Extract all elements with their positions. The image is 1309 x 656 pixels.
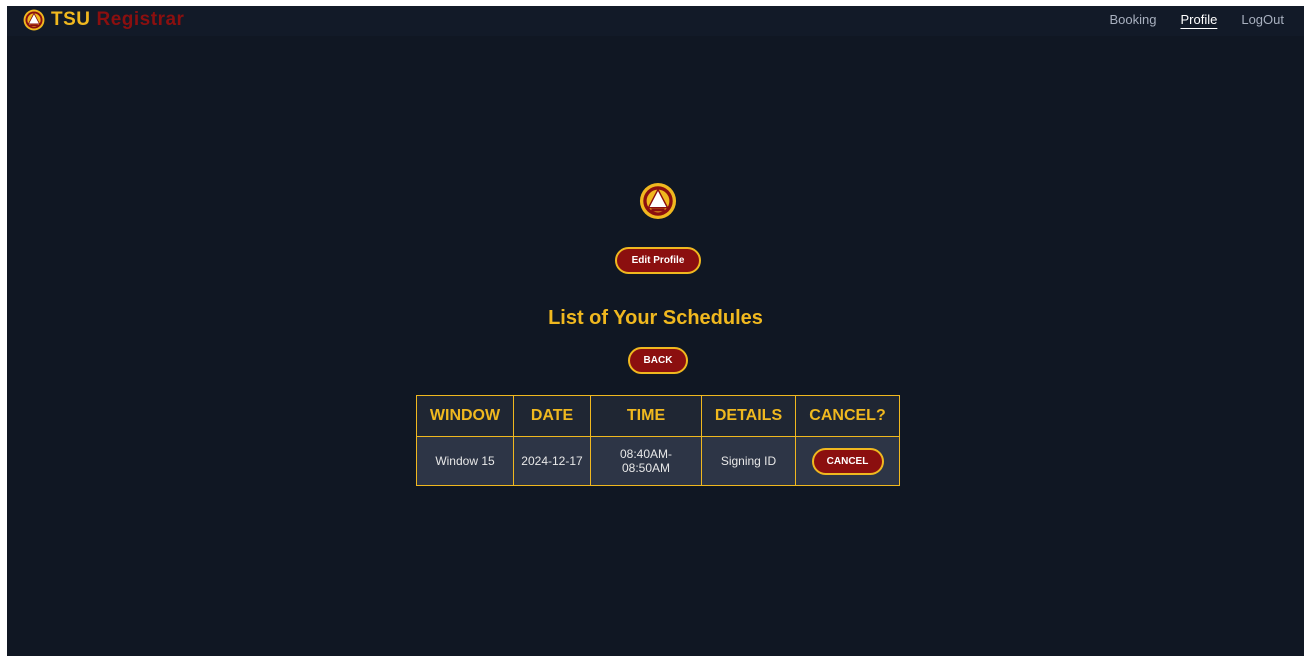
cancel-schedule-button[interactable]: CANCEL — [811, 447, 884, 475]
brand-name: TSU — [51, 9, 91, 30]
column-header-window: WINDOW — [416, 395, 514, 437]
cell-time: 08:40AM-08:50AM — [590, 436, 702, 486]
column-header-cancel: CANCEL? — [795, 395, 900, 437]
schedules-title: List of Your Schedules — [548, 307, 763, 329]
app-window: TSU Registrar Booking Profile LogOut Edi… — [7, 6, 1304, 656]
brand[interactable]: TSU Registrar — [23, 9, 184, 31]
column-header-time: TIME — [590, 395, 702, 437]
profile-seal-icon — [639, 182, 677, 220]
table-header-row: WINDOW DATE TIME DETAILS CANCEL? — [416, 395, 900, 437]
brand-subtitle: Registrar — [96, 9, 185, 30]
back-button[interactable]: BACK — [628, 347, 688, 374]
nav-booking[interactable]: Booking — [1110, 12, 1157, 27]
nav-links: Booking Profile LogOut — [1086, 12, 1285, 27]
cell-window: Window 15 — [416, 436, 514, 486]
table-row: Window 15 2024-12-17 08:40AM-08:50AM Sig… — [416, 436, 900, 486]
nav-profile[interactable]: Profile — [1180, 12, 1217, 27]
nav-logout[interactable]: LogOut — [1241, 12, 1284, 27]
column-header-date: DATE — [513, 395, 591, 437]
schedules-table: WINDOW DATE TIME DETAILS CANCEL? Window … — [416, 395, 900, 486]
cell-cancel: CANCEL — [795, 436, 900, 486]
edit-profile-button[interactable]: Edit Profile — [615, 247, 701, 274]
top-navbar: TSU Registrar Booking Profile LogOut — [7, 6, 1304, 36]
cell-details: Signing ID — [701, 436, 796, 486]
cell-date: 2024-12-17 — [513, 436, 591, 486]
university-seal-icon — [23, 9, 45, 31]
column-header-details: DETAILS — [701, 395, 796, 437]
